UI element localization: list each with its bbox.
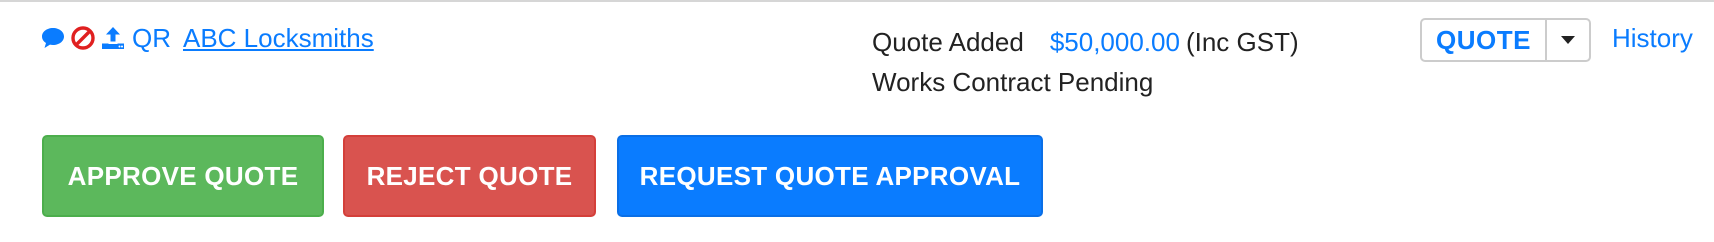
chevron-down-icon[interactable] [1547,20,1589,60]
status-line: Quote Added $50,000.00 (Inc GST) [872,22,1299,62]
upload-icon[interactable] [100,25,126,51]
quote-type-dropdown[interactable]: QUOTE [1420,18,1591,62]
request-quote-approval-button[interactable]: REQUEST QUOTE APPROVAL [617,135,1043,217]
qr-label: QR [132,23,171,53]
approve-quote-button[interactable]: APPROVE QUOTE [42,135,324,217]
quote-status: Quote Added $50,000.00 (Inc GST) Works C… [872,22,1299,102]
quote-header: QR ABC Locksmiths [40,22,374,54]
contract-status: Works Contract Pending [872,67,1154,97]
company-link[interactable]: ABC Locksmiths [183,22,374,54]
comment-icon[interactable] [40,25,66,51]
ban-icon[interactable] [70,25,96,51]
tax-note: (Inc GST) [1185,27,1299,57]
quote-type-selected[interactable]: QUOTE [1422,20,1547,60]
quote-row: QR ABC Locksmiths Quote Added $50,000.00… [0,0,1714,242]
quote-amount: $50,000.00 [1049,27,1180,57]
status-label: Quote Added [872,27,1024,57]
top-divider [0,0,1714,2]
reject-quote-button[interactable]: REJECT QUOTE [343,135,596,217]
history-link[interactable]: History [1612,22,1693,54]
